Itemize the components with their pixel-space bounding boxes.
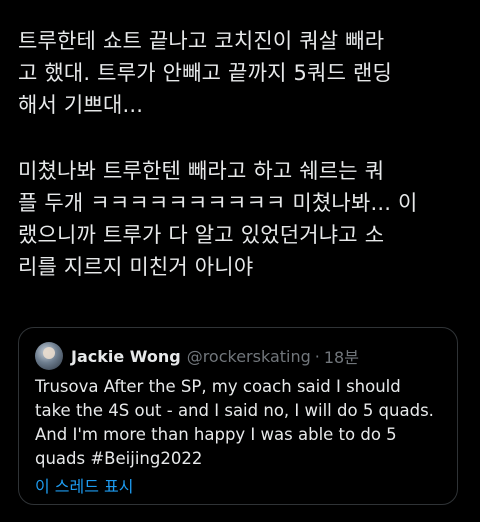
- tweet: 트루한테 쇼트 끝나고 코치진이 쿼살 빼라 고 했대. 트루가 안빼고 끝까지…: [0, 0, 480, 522]
- quoted-text-line: take the 4S out - and I said no, I will …: [35, 401, 434, 420]
- quoted-tweet-time[interactable]: 18분: [324, 344, 359, 368]
- quoted-tweet-header: Jackie Wong @rockerskating · 18분: [35, 341, 359, 371]
- avatar[interactable]: [35, 342, 63, 370]
- tweet-text-line: 리를 지르지 미친거 아니야: [18, 255, 254, 279]
- separator-dot: ·: [314, 346, 320, 366]
- quoted-author-name[interactable]: Jackie Wong: [71, 347, 181, 366]
- quoted-author-handle[interactable]: @rockerskating: [187, 347, 311, 366]
- tweet-text-line: 해서 기쁘대...: [18, 93, 144, 117]
- show-thread-link[interactable]: 이 스레드 표시: [35, 473, 134, 497]
- tweet-text-line: 고 했대. 트루가 안빼고 끝까지 5쿼드 랜딩: [18, 61, 393, 85]
- tweet-text-line: 플 두개 ㅋㅋㅋㅋㅋㅋㅋㅋㅋㅋ 미쳤나봐... 이: [18, 191, 418, 215]
- quoted-text-line: quads #Beijing2022: [35, 449, 203, 468]
- quoted-text-line: And I'm more than happy I was able to do…: [35, 425, 397, 444]
- tweet-text-paragraph-1: 트루한테 쇼트 끝나고 코치진이 쿼살 빼라 고 했대. 트루가 안빼고 끝까지…: [18, 25, 468, 121]
- tweet-text-paragraph-2: 미쳤나봐 트루한텐 빼라고 하고 쉐르는 쿼 플 두개 ㅋㅋㅋㅋㅋㅋㅋㅋㅋㅋ 미…: [18, 155, 468, 283]
- quoted-tweet-card[interactable]: Jackie Wong @rockerskating · 18분 Trusova…: [18, 327, 458, 505]
- tweet-text-line: 트루한테 쇼트 끝나고 코치진이 쿼살 빼라: [18, 29, 385, 53]
- tweet-text-line: 미쳤나봐 트루한텐 빼라고 하고 쉐르는 쿼: [18, 159, 385, 183]
- quoted-text-line: Trusova After the SP, my coach said I sh…: [35, 377, 401, 396]
- quoted-tweet-body: Trusova After the SP, my coach said I sh…: [35, 375, 455, 471]
- tweet-text-line: 랬으니까 트루가 다 알고 있었던거냐고 소: [18, 223, 385, 247]
